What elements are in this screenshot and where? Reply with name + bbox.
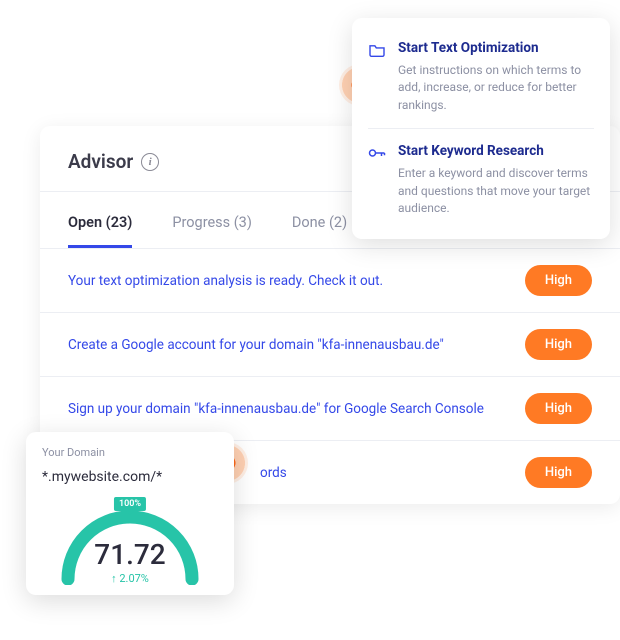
task-row: Sign up your domain "kfa-innenausbau.de"… — [40, 376, 620, 440]
domain-value: *.mywebsite.com/* — [42, 469, 218, 485]
priority-pill[interactable]: High — [525, 457, 592, 488]
actions-popup: Start Text Optimization Get instructions… — [352, 18, 610, 239]
popup-item-title: Start Text Optimization — [398, 40, 594, 56]
info-icon[interactable]: i — [141, 153, 159, 171]
task-link[interactable]: Create a Google account for your domain … — [68, 337, 525, 353]
priority-pill[interactable]: High — [525, 265, 592, 296]
popup-item-text-optimization[interactable]: Start Text Optimization Get instructions… — [368, 32, 594, 122]
domain-card: Your Domain *.mywebsite.com/* 100% 71.72… — [26, 432, 234, 595]
priority-pill[interactable]: High — [525, 329, 592, 360]
task-row: Your text optimization analysis is ready… — [40, 248, 620, 312]
task-link[interactable]: Your text optimization analysis is ready… — [68, 273, 525, 289]
popup-item-title: Start Keyword Research — [398, 143, 594, 159]
advisor-title: Advisor — [68, 150, 133, 173]
gauge-delta-value: 2.07% — [119, 572, 149, 585]
arrow-up-icon: ↑ — [111, 572, 117, 585]
folder-icon — [368, 42, 386, 114]
tab-progress[interactable]: Progress (3) — [172, 214, 252, 248]
task-row: Create a Google account for your domain … — [40, 312, 620, 376]
tab-done[interactable]: Done (2) — [292, 214, 347, 248]
gauge-value: 71.72 — [46, 538, 214, 571]
popup-item-desc: Enter a keyword and discover terms and q… — [398, 165, 594, 217]
gauge-delta: ↑ 2.07% — [46, 572, 214, 585]
task-link[interactable]: Sign up your domain "kfa-innenausbau.de"… — [68, 401, 525, 417]
popup-item-keyword-research[interactable]: Start Keyword Research Enter a keyword a… — [368, 128, 594, 225]
gauge: 100% 71.72 ↑ 2.07% — [46, 491, 214, 585]
tab-open[interactable]: Open (23) — [68, 214, 132, 248]
gauge-badge: 100% — [114, 497, 146, 511]
popup-item-body: Start Keyword Research Enter a keyword a… — [398, 143, 594, 217]
popup-item-desc: Get instructions on which terms to add, … — [398, 62, 594, 114]
popup-item-body: Start Text Optimization Get instructions… — [398, 40, 594, 114]
domain-label: Your Domain — [42, 446, 218, 459]
priority-pill[interactable]: High — [525, 393, 592, 424]
key-icon — [368, 145, 386, 217]
